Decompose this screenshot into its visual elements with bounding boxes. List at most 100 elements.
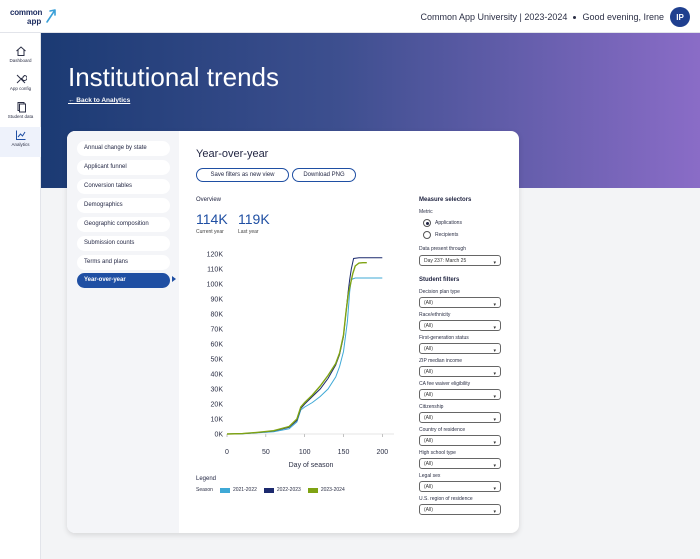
filter-label: ZIP median income: [419, 358, 462, 364]
current-year-label: Current year: [196, 229, 224, 235]
filter-label: U.S. region of residence: [419, 496, 473, 502]
chevron-down-icon: ▾: [493, 417, 496, 423]
data-present-label: Data present through: [419, 246, 466, 252]
report-card: Annual change by state Applicant funnel …: [67, 131, 519, 533]
chevron-down-icon: ▾: [493, 440, 496, 446]
chevron-down-icon: ▾: [493, 509, 496, 515]
home-icon: [15, 46, 26, 56]
y-tick-label: 30K: [211, 387, 224, 394]
filter-select[interactable]: (All) ▾: [419, 504, 501, 515]
legend-swatch-2021: [219, 487, 230, 493]
menu-item-year-over-year[interactable]: Year-over-year: [77, 273, 170, 288]
radio-empty-icon: [423, 231, 431, 239]
filter-select[interactable]: (All) ▾: [419, 366, 501, 377]
filter-select[interactable]: (All) ▾: [419, 343, 501, 354]
y-tick-label: 80K: [211, 312, 224, 319]
menu-item-geographic[interactable]: Geographic composition: [77, 217, 170, 232]
y-tick-label: 70K: [211, 327, 224, 334]
back-to-analytics-link[interactable]: ← Back to Analytics: [68, 97, 130, 104]
x-tick-label: 150: [338, 449, 350, 456]
y-tick-label: 40K: [211, 372, 224, 379]
filter-label: First-generation status: [419, 335, 469, 341]
avatar[interactable]: IP: [670, 7, 690, 27]
report-menu: Annual change by state Applicant funnel …: [67, 131, 179, 533]
legend-swatch-2023: [307, 487, 318, 493]
download-png-button[interactable]: Download PNG: [292, 168, 356, 182]
student-filters-title: Student filters: [419, 277, 460, 283]
chevron-down-icon: ▾: [493, 325, 496, 331]
filter-label: Decision plan type: [419, 289, 460, 295]
x-tick-label: 50: [262, 449, 270, 456]
nav-item-analytics[interactable]: Analytics: [0, 127, 41, 157]
series-line-2021-2022: [226, 277, 383, 435]
overview-label: Overview: [196, 197, 222, 203]
common-app-logo[interactable]: common app: [10, 6, 56, 28]
menu-item-applicant-funnel[interactable]: Applicant funnel: [77, 160, 170, 175]
filter-select[interactable]: (All) ▾: [419, 435, 501, 446]
year-over-year-line-chart: 0K 10K 20K 30K 40K 50K 60K 70K 80K 90K 100K 110K 120…: [207, 252, 394, 469]
chevron-down-icon: ▾: [493, 394, 496, 400]
legend: Season 2021-2022 2022-2023 2023-2024: [196, 487, 345, 493]
filter-select[interactable]: (All) ▾: [419, 458, 501, 469]
metric-label: Metric: [419, 209, 433, 215]
legend-swatch-2022: [263, 487, 274, 493]
greeting: Good evening, Irene: [582, 12, 664, 22]
side-nav: Dashboard App config Student data Analyt…: [0, 33, 41, 559]
x-tick-label: 100: [299, 449, 311, 456]
filter-label: CA fee waiver eligibility: [419, 381, 471, 387]
filter-select[interactable]: (All) ▾: [419, 412, 501, 423]
legend-prefix: Season: [196, 487, 213, 493]
documents-icon: [17, 102, 26, 113]
top-bar: common app Common App University | 2023-…: [0, 0, 700, 33]
chevron-down-icon: ▾: [493, 371, 496, 377]
separator-dot: [573, 15, 577, 19]
last-year-value: 119K: [238, 211, 270, 227]
filter-label: Citizenship: [419, 404, 444, 410]
logo-arrow-icon: [46, 9, 56, 23]
data-present-select[interactable]: Day 237: March 25 ▾: [419, 255, 501, 266]
radio-selected-icon: [423, 219, 431, 227]
legend-label-2021: 2021-2022: [232, 487, 257, 493]
y-tick-label: 100K: [207, 282, 224, 289]
nav-item-student-data[interactable]: Student data: [0, 99, 41, 129]
metric-radio-applications[interactable]: Applications: [423, 219, 462, 227]
metric-radio-recipients[interactable]: Recipients: [423, 231, 458, 239]
y-tick-label: 20K: [211, 402, 224, 409]
filter-select[interactable]: (All) ▾: [419, 481, 501, 492]
y-tick-label: 10K: [211, 417, 224, 424]
filter-select[interactable]: (All) ▾: [419, 297, 501, 308]
menu-item-conversion-tables[interactable]: Conversion tables: [77, 179, 170, 194]
legend-label-2023: 2023-2024: [320, 487, 345, 493]
filter-label: Legal sex: [419, 473, 441, 479]
chevron-down-icon: ▾: [493, 348, 496, 354]
page-title: Institutional trends: [68, 62, 280, 92]
save-filters-button[interactable]: Save filters as new view: [196, 168, 289, 182]
menu-item-submission-counts[interactable]: Submission counts: [77, 236, 170, 251]
menu-item-demographics[interactable]: Demographics: [77, 198, 170, 213]
chevron-down-icon: ▾: [493, 486, 496, 492]
active-menu-arrow-icon: [172, 276, 176, 282]
chevron-down-icon: ▾: [493, 302, 496, 308]
menu-item-terms-plans[interactable]: Terms and plans: [77, 255, 170, 270]
filter-label: High school type: [419, 450, 456, 456]
chevron-down-icon: ▾: [493, 463, 496, 469]
y-tick-label: 50K: [211, 357, 224, 364]
y-tick-label: 90K: [211, 297, 224, 304]
y-tick-label: 0K: [214, 432, 223, 439]
filter-label: Race/ethnicity: [419, 312, 451, 318]
menu-item-annual-change[interactable]: Annual change by state: [77, 141, 170, 156]
x-axis-label: Day of season: [289, 462, 334, 469]
chart-icon: [15, 130, 25, 140]
chevron-down-icon: ▾: [493, 260, 496, 266]
wrench-icon: [16, 74, 27, 84]
nav-item-dashboard[interactable]: Dashboard: [0, 43, 41, 73]
x-tick-label: 200: [377, 449, 389, 456]
header-right: Common App University | 2023-2024 Good e…: [421, 6, 690, 28]
series-line-2023-2024: [226, 261, 367, 435]
filter-select[interactable]: (All) ▾: [419, 320, 501, 331]
nav-item-app-config[interactable]: App config: [0, 71, 41, 101]
last-year-label: Last year: [238, 229, 259, 235]
filter-select[interactable]: (All) ▾: [419, 389, 501, 400]
legend-title: Legend: [196, 476, 217, 482]
x-tick-label: 0: [225, 449, 229, 456]
